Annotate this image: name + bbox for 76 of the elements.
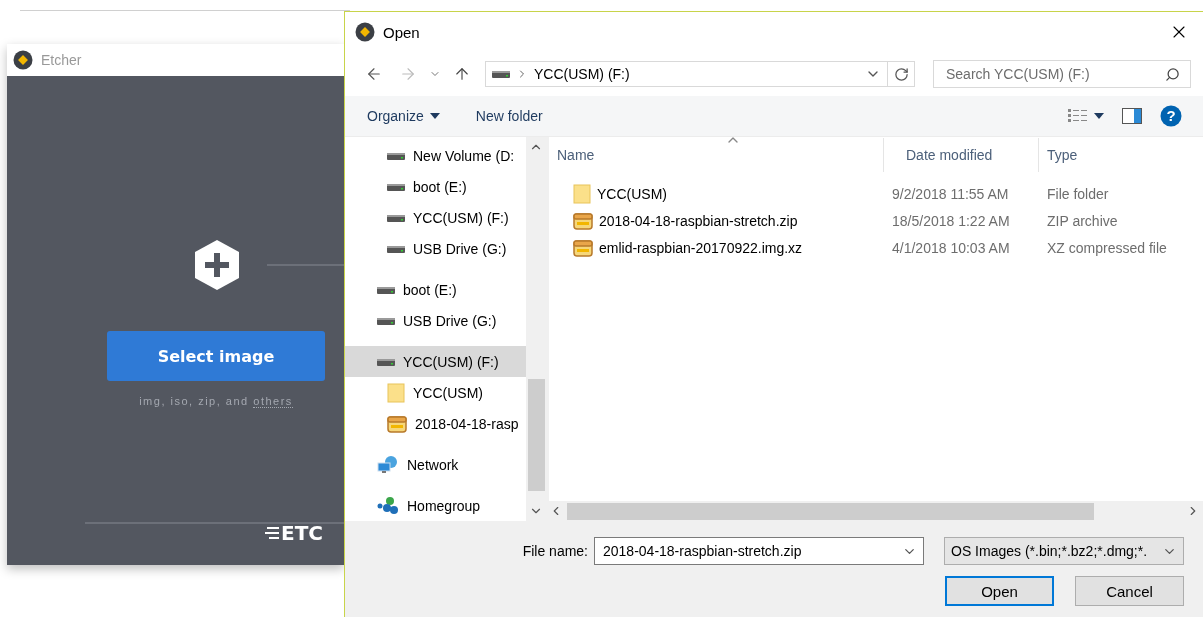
- search-field[interactable]: Search YCC(USM) (F:): [944, 65, 1165, 83]
- organize-button[interactable]: Organize: [367, 108, 440, 124]
- add-image-icon[interactable]: [193, 239, 241, 291]
- drive-icon: [377, 356, 395, 367]
- view-options-button[interactable]: [1068, 108, 1104, 124]
- open-button[interactable]: Open: [945, 576, 1054, 606]
- file-name: 2018-04-18-raspbian-stretch.zip: [599, 212, 798, 229]
- window-title: Etcher: [41, 52, 82, 68]
- cancel-button[interactable]: Cancel: [1075, 576, 1184, 606]
- new-folder-button[interactable]: New folder: [475, 108, 543, 124]
- file-row[interactable]: 2018-04-18-raspbian-stretch.zip 18/5/2018 1:22 AM ZIP archive: [549, 207, 1203, 234]
- column-header[interactable]: Name: [549, 138, 884, 172]
- navigation-item[interactable]: 2018-04-18-rasp: [345, 408, 526, 440]
- supported-formats-text: img, iso, zip, and: [139, 395, 249, 407]
- column-header[interactable]: Type: [1039, 138, 1203, 172]
- navigation-item[interactable]: boot (E:): [345, 274, 526, 306]
- file-type: File folder: [1046, 185, 1110, 202]
- file-row[interactable]: YCC(USM) 9/2/2018 11:55 AM File folder: [549, 180, 1203, 207]
- navigation-item[interactable]: Network: [345, 449, 526, 481]
- navigation-item[interactable]: USB Drive (G:): [345, 305, 526, 337]
- column-header[interactable]: Date modified: [884, 138, 1039, 172]
- file-type-value: OS Images (*.bin;*.bz2;*.dmg;*.: [951, 543, 1149, 559]
- forward-arrow-icon: [399, 65, 417, 83]
- folder-icon: [387, 382, 405, 403]
- speed-lines-icon: [265, 525, 279, 541]
- file-row[interactable]: emlid-raspbian-20170922.img.xz 4/1/2018 10:03 AM XZ compressed file: [549, 234, 1203, 261]
- date-modified: 9/2/2018 11:55 AM: [891, 185, 1010, 202]
- vertical-scrollbar[interactable]: [526, 137, 546, 521]
- navigation-item[interactable]: YCC(USM) (F:): [345, 346, 526, 378]
- drive-icon: [387, 182, 405, 193]
- drive-icon: [377, 316, 395, 326]
- dialog-title: Open: [383, 23, 421, 41]
- archive-icon: [387, 413, 407, 434]
- archive-icon: [573, 210, 593, 231]
- file-name-field[interactable]: 2018-04-18-raspbian-stretch.zip: [601, 542, 902, 560]
- address-path: YCC(USM) (F:): [534, 66, 631, 82]
- scrollbar-thumb[interactable]: [527, 379, 545, 491]
- app-logo-icon: [355, 22, 375, 42]
- date-modified: 4/1/2018 10:03 AM: [891, 239, 1011, 256]
- help-icon[interactable]: ?: [1160, 105, 1182, 127]
- navigation-item[interactable]: YCC(USM) (F:): [345, 202, 526, 234]
- details-view-icon: [1068, 108, 1088, 124]
- horizontal-scrollbar[interactable]: [549, 501, 1203, 521]
- network-icon: [377, 454, 399, 475]
- select-image-button[interactable]: Select image: [107, 331, 325, 381]
- drive-icon: [492, 69, 510, 79]
- homegroup-icon: [377, 495, 399, 516]
- file-name: emlid-raspbian-20170922.img.xz: [599, 239, 803, 256]
- file-name-combo[interactable]: 2018-04-18-raspbian-stretch.zip: [594, 537, 924, 565]
- date-modified: 18/5/2018 1:22 AM: [891, 212, 1011, 229]
- caret-icon: [429, 113, 440, 119]
- file-name-label: File name:: [522, 543, 588, 559]
- drive-icon: [377, 285, 395, 296]
- search-icon: [1165, 66, 1180, 82]
- archive-icon: [573, 237, 593, 258]
- navigation-item[interactable]: Homegroup: [345, 490, 526, 521]
- navigation-item[interactable]: USB Drive (G:): [345, 233, 526, 265]
- scrollbar-thumb[interactable]: [567, 502, 1094, 520]
- preview-pane-icon[interactable]: [1122, 108, 1142, 124]
- drive-icon: [387, 213, 405, 224]
- search-box[interactable]: Search YCC(USM) (F:): [933, 60, 1191, 88]
- file-type-dropdown[interactable]: OS Images (*.bin;*.bz2;*.dmg;*.: [944, 537, 1184, 565]
- folder-icon: [573, 183, 591, 204]
- navigation-item[interactable]: boot (E:): [345, 171, 526, 203]
- drive-icon: [387, 151, 405, 162]
- app-logo-icon: [13, 50, 33, 70]
- navigation-item[interactable]: New Volume (D:: [345, 141, 526, 172]
- refresh-icon[interactable]: [894, 66, 909, 82]
- navigation-item[interactable]: YCC(USM): [345, 377, 526, 409]
- drive-icon: [387, 244, 405, 255]
- file-type: ZIP archive: [1046, 212, 1119, 229]
- brand-logo-text: ETC: [280, 520, 324, 546]
- caret-icon: [1094, 113, 1104, 119]
- file-name: YCC(USM): [597, 185, 667, 202]
- file-type: XZ compressed file: [1046, 239, 1168, 256]
- address-bar[interactable]: YCC(USM) (F:): [485, 61, 915, 87]
